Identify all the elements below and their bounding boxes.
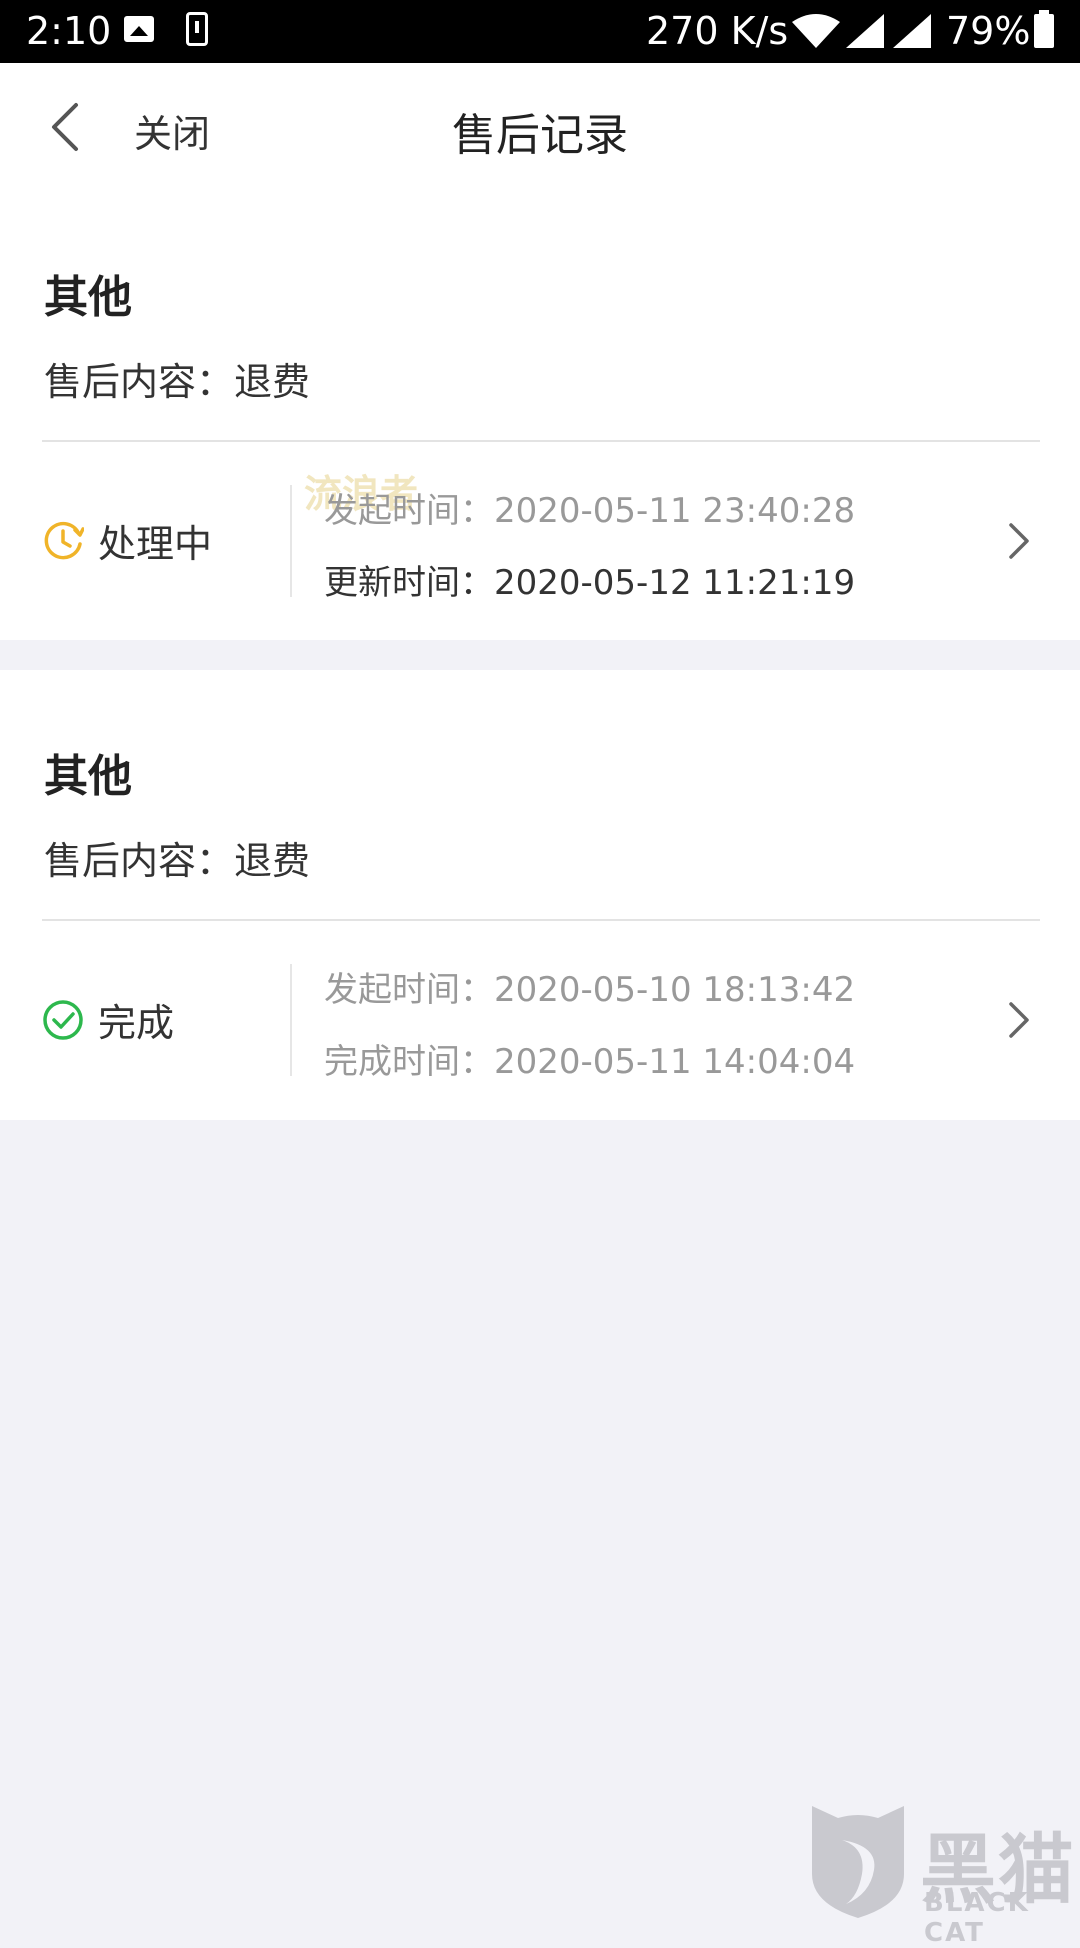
record-title: 其他 bbox=[44, 272, 132, 323]
complete-time: 完成时间：2020-05-11 14:04:04 bbox=[324, 1042, 856, 1082]
record-card[interactable]: 其他 售后内容：退费 完成 发起时间：2020-05-10 18:13:42 完… bbox=[0, 670, 1080, 1120]
status-badge: 完成 bbox=[42, 992, 174, 1047]
image-icon bbox=[124, 16, 154, 42]
watermark-logo-sub: BLACK CAT bbox=[924, 1888, 1030, 1948]
clock-icon bbox=[44, 521, 84, 559]
status-text: 处理中 bbox=[98, 522, 213, 566]
battery-percent: 79% bbox=[946, 9, 1031, 53]
vertical-divider bbox=[290, 485, 292, 597]
record-content: 售后内容：退费 bbox=[44, 360, 311, 404]
download-icon bbox=[186, 12, 208, 46]
signal-icon bbox=[893, 14, 931, 48]
signal-icon bbox=[846, 14, 884, 48]
vertical-divider bbox=[290, 964, 292, 1076]
record-card[interactable]: 其他 流浪者 售后内容：退费 处理中 发起时间：2020-05-11 23:40… bbox=[0, 191, 1080, 640]
divider bbox=[42, 919, 1040, 921]
battery-icon bbox=[1034, 10, 1054, 48]
chevron-right-icon[interactable] bbox=[1006, 1000, 1032, 1040]
chevron-right-icon[interactable] bbox=[1006, 521, 1032, 561]
status-time: 2:10 bbox=[26, 9, 112, 53]
update-time: 更新时间：2020-05-12 11:21:19 bbox=[324, 563, 856, 603]
status-text: 完成 bbox=[98, 1001, 175, 1045]
divider bbox=[42, 440, 1040, 442]
record-title: 其他 bbox=[44, 751, 132, 802]
start-time: 发起时间：2020-05-11 23:40:28 bbox=[324, 491, 856, 531]
check-circle-icon bbox=[43, 999, 83, 1040]
nav-bar: 关闭 售后记录 bbox=[0, 63, 1080, 191]
status-bar: 2:10 270 K/s 79% bbox=[0, 0, 1080, 63]
page-title: 售后记录 bbox=[452, 110, 628, 161]
status-badge: 处理中 bbox=[42, 513, 212, 568]
start-time: 发起时间：2020-05-10 18:13:42 bbox=[324, 970, 856, 1010]
record-content: 售后内容：退费 bbox=[44, 839, 311, 883]
black-cat-logo-icon bbox=[812, 1806, 904, 1918]
wifi-icon bbox=[792, 14, 840, 48]
network-speed: 270 K/s bbox=[646, 9, 789, 53]
